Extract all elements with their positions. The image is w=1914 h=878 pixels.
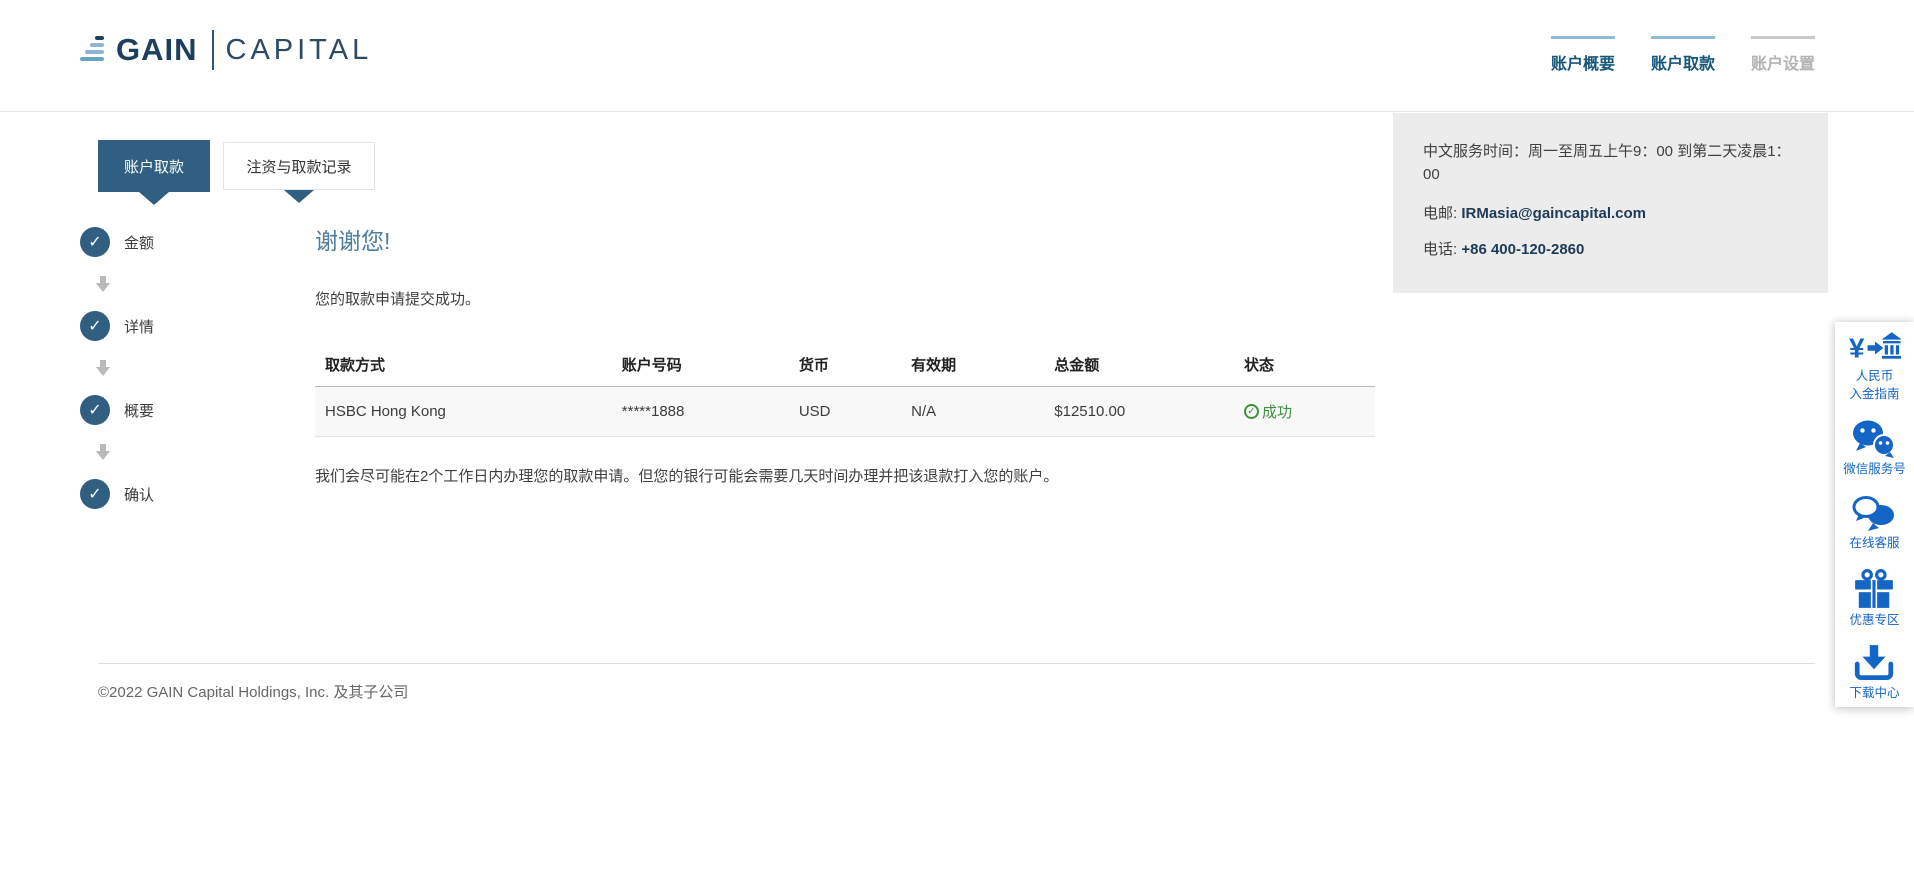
col-header-currency: 货币 [789,354,901,375]
page-title: 谢谢您! [315,222,1375,256]
step-complete-check-icon: ✓ [80,311,110,341]
quick-link-download-center[interactable]: 下载中心 [1849,645,1899,701]
quick-link-wechat-service[interactable]: 微信服务号 [1843,419,1906,477]
step-summary: ✓ 概要 [80,395,240,425]
main-content: 谢谢您! 您的取款申请提交成功。 取款方式 账户号码 货币 有效期 总金额 状态… [315,222,1375,486]
table-row: HSBC Hong Kong *****1888 USD N/A $12510.… [315,387,1375,437]
cell-expiry: N/A [901,403,1044,420]
step-arrow-down-icon [88,360,118,376]
withdrawal-table: 取款方式 账户号码 货币 有效期 总金额 状态 HSBC Hong Kong *… [315,343,1375,437]
col-header-account: 账户号码 [612,354,789,375]
download-center-icon [1853,645,1895,683]
service-phone-line: 电话: +86 400-120-2860 [1423,238,1798,259]
step-arrow-down-icon [88,444,118,460]
col-header-status: 状态 [1234,354,1375,375]
cell-currency: USD [789,403,901,420]
nav-account-settings[interactable]: 账户设置 [1751,36,1815,74]
col-header-expiry: 有效期 [901,354,1044,375]
cell-amount: $12510.00 [1044,403,1234,420]
quick-link-online-support[interactable]: 在线客服 [1849,495,1899,551]
cell-account: *****1888 [612,403,789,420]
success-check-icon: ✓ [1244,404,1259,419]
email-link[interactable]: IRMasia@gaincapital.com [1461,205,1646,222]
rmb-deposit-guide-icon: ¥ [1849,330,1901,366]
page: GAIN CAPITAL 账户概要 账户取款 账户设置 账户取款 注资与取款记录… [0,0,1914,878]
step-details: ✓ 详情 [80,311,240,341]
online-support-icon [1851,495,1897,533]
footer-copyright: ©2022 GAIN Capital Holdings, Inc. 及其子公司 [98,681,408,702]
success-message: 您的取款申请提交成功。 [315,288,1375,309]
tab-account-withdrawal[interactable]: 账户取款 [98,140,210,192]
quick-links-panel: ¥ 人民币 入金指南 [1835,322,1914,707]
table-header-row: 取款方式 账户号码 货币 有效期 总金额 状态 [315,343,1375,387]
wechat-service-icon [1851,419,1897,459]
svg-text:¥: ¥ [1849,332,1865,363]
status-text: 成功 [1262,401,1292,422]
logo-text-gain: GAIN [116,32,198,68]
step-complete-check-icon: ✓ [80,395,110,425]
header: GAIN CAPITAL 账户概要 账户取款 账户设置 [0,0,1914,112]
wizard-steps: ✓ 金额 ✓ 详情 ✓ 概要 ✓ 确认 [80,227,240,509]
service-hours-text: 中文服务时间：周一至周五上午9：00 到第二天凌晨1：00 [1423,140,1798,187]
col-header-amount: 总金额 [1044,354,1234,375]
cell-status: ✓ 成功 [1234,401,1375,422]
step-complete-check-icon: ✓ [80,479,110,509]
logo-text-capital: CAPITAL [226,34,373,67]
step-confirm: ✓ 确认 [80,479,240,509]
col-header-method: 取款方式 [315,354,612,375]
tab-funding-withdrawal-history[interactable]: 注资与取款记录 [223,142,375,190]
gain-capital-logo[interactable]: GAIN CAPITAL [80,30,372,70]
logo-bars-icon [80,33,108,68]
step-arrow-down-icon [88,276,118,292]
service-email-line: 电邮: IRMasia@gaincapital.com [1423,202,1798,223]
footer-divider [98,663,1815,664]
step-complete-check-icon: ✓ [80,227,110,257]
quick-link-promotions[interactable]: 优惠专区 [1849,568,1899,628]
promotions-icon [1853,568,1895,610]
phone-number: +86 400-120-2860 [1461,241,1584,258]
withdrawal-tabs: 账户取款 注资与取款记录 [98,140,375,192]
nav-account-withdrawal[interactable]: 账户取款 [1651,36,1715,74]
top-nav: 账户概要 账户取款 账户设置 [1551,36,1815,74]
cell-method: HSBC Hong Kong [315,403,612,420]
step-amount: ✓ 金额 [80,227,240,257]
processing-note: 我们会尽可能在2个工作日内办理您的取款申请。但您的银行可能会需要几天时间办理并把… [315,465,1375,486]
logo-separator [212,30,214,70]
nav-account-overview[interactable]: 账户概要 [1551,36,1615,74]
quick-link-rmb-deposit-guide[interactable]: ¥ 人民币 入金指南 [1849,330,1901,403]
service-info-box: 中文服务时间：周一至周五上午9：00 到第二天凌晨1：00 电邮: IRMasi… [1393,113,1828,293]
email-label: 电邮: [1423,205,1457,222]
phone-label: 电话: [1423,241,1457,258]
